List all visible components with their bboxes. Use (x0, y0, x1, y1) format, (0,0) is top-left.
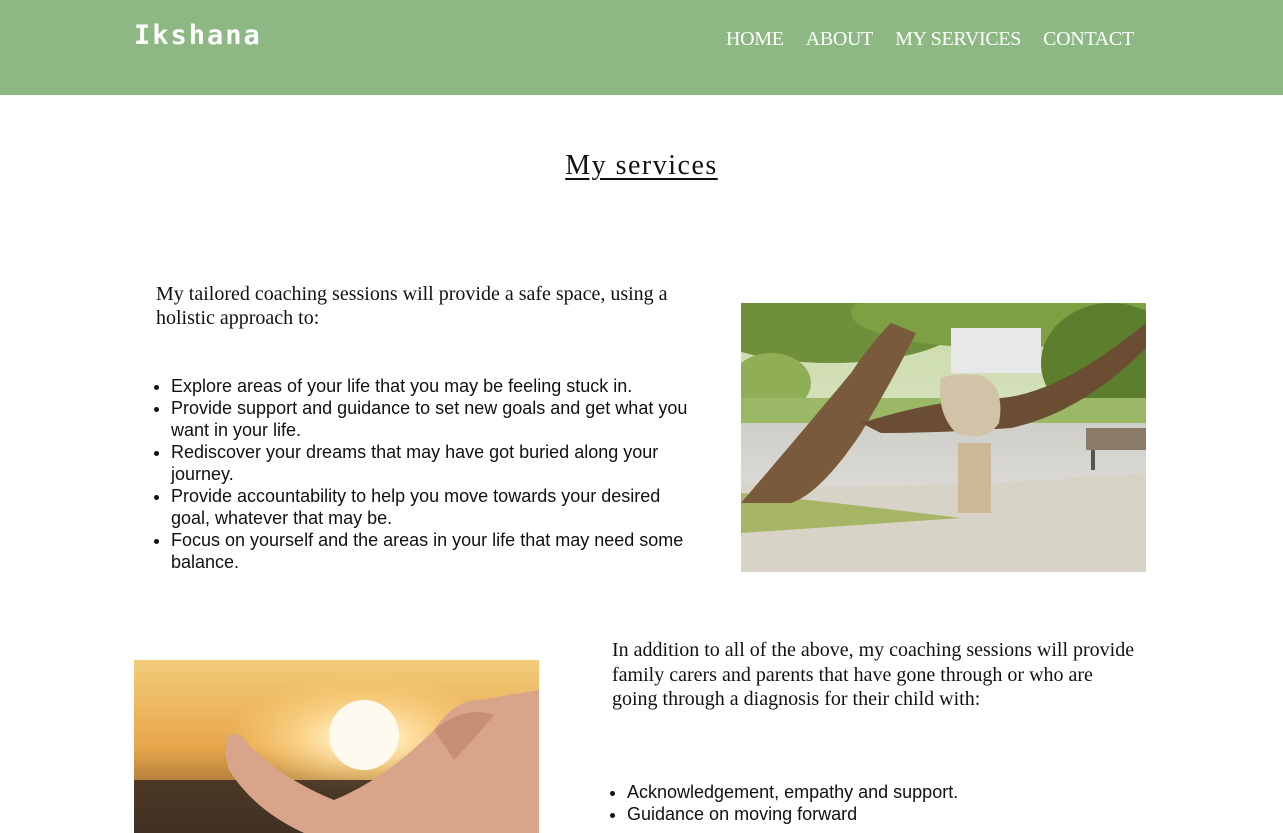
hand-sunset-photo (134, 660, 539, 833)
section1-list: Explore areas of your life that you may … (171, 375, 701, 573)
list-item: Acknowledgement, empathy and support. (627, 781, 1147, 803)
section2-list: Acknowledgement, empathy and support. Gu… (627, 781, 1147, 825)
list-item: Provide support and guidance to set new … (171, 397, 701, 441)
section2-intro: In addition to all of the above, my coac… (612, 639, 1135, 710)
list-item: Guidance on moving forward (627, 803, 1147, 825)
list-item: Explore areas of your life that you may … (171, 375, 701, 397)
tree-hand-photo (741, 303, 1146, 572)
navbar: Ikshana HOME ABOUT MY SERVICES CONTACT (0, 0, 1283, 95)
nav-links: HOME ABOUT MY SERVICES CONTACT (726, 28, 1134, 51)
nav-services-link[interactable]: MY SERVICES (895, 28, 1021, 51)
nav-home-link[interactable]: HOME (726, 28, 784, 51)
list-item: Provide accountability to help you move … (171, 485, 701, 529)
section1-intro: My tailored coaching sessions will provi… (156, 283, 668, 329)
page-title: My services (565, 150, 718, 181)
nav-about-link[interactable]: ABOUT (806, 28, 874, 51)
nav-contact-link[interactable]: CONTACT (1043, 28, 1134, 51)
brand-logo[interactable]: Ikshana (134, 20, 262, 51)
list-item: Rediscover your dreams that may have got… (171, 441, 701, 485)
list-item: Focus on yourself and the areas in your … (171, 529, 701, 573)
